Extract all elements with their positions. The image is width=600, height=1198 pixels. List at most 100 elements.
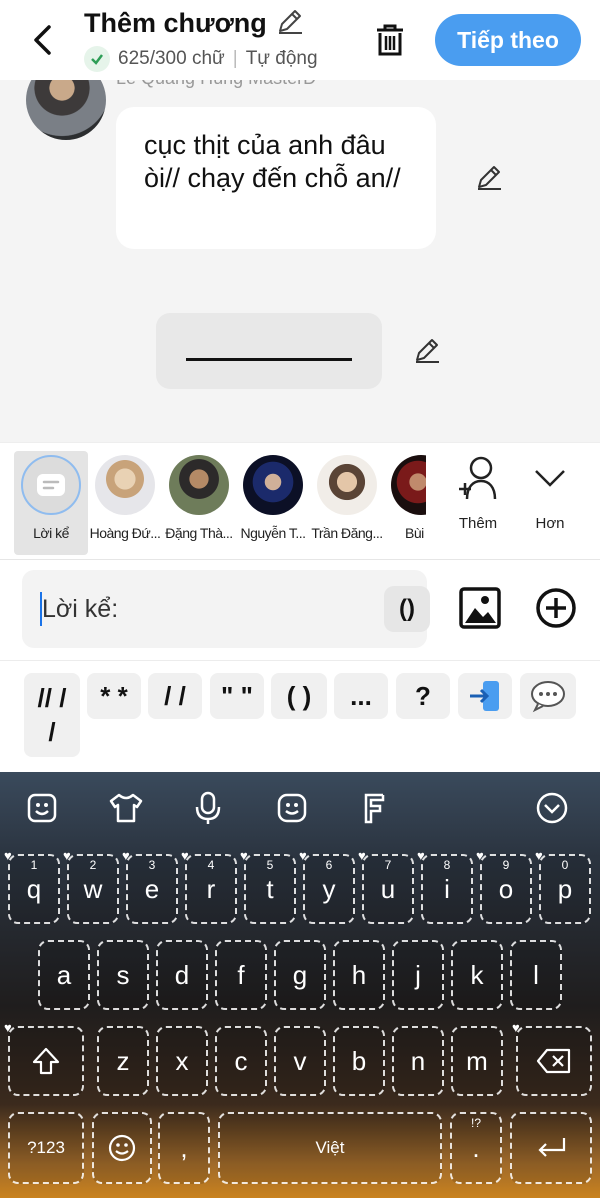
theme-icon[interactable] [106,790,146,826]
enter-key[interactable] [510,1112,592,1184]
character-label: Lời kể [33,525,69,541]
chip-quotes[interactable]: " " [210,673,264,719]
empty-message-bubble[interactable] [156,313,382,389]
emoji-key[interactable] [92,1112,152,1184]
add-character-button[interactable]: Thêm [448,455,508,532]
key-w[interactable]: ♥ 2 w [63,848,119,924]
key-z[interactable]: z [97,1026,149,1096]
more-label: Hơn [535,515,565,532]
character-item[interactable]: Bùi Ti [384,451,426,555]
avatar [95,455,155,515]
key-f[interactable]: f [215,940,267,1010]
message-input[interactable]: Lời kể: () [22,570,430,648]
key-x[interactable]: x [156,1026,208,1096]
add-button[interactable] [534,586,578,630]
input-label: Lời kể: [42,595,119,623]
backspace-key[interactable]: ♥ [512,1020,592,1096]
character-item[interactable]: Trần Đăng... [310,451,384,555]
avatar [391,455,426,515]
add-user-icon [459,456,497,500]
chip-asterisks[interactable]: * * [87,673,141,719]
symbols-key[interactable]: ?123 [8,1112,84,1184]
key-t[interactable]: ♥ 5 t [240,848,296,924]
key-j[interactable]: j [392,940,444,1010]
chip-question[interactable]: ? [396,673,450,719]
key-n[interactable]: n [392,1026,444,1096]
page-title: Thêm chương [84,8,267,38]
avatar [169,455,229,515]
format-chips: // / / * * / / " " ( ) ... ? [0,660,600,772]
avatar[interactable] [26,80,106,140]
comma-key[interactable]: , [158,1112,210,1184]
key-l[interactable]: l [510,940,562,1010]
character-label: Đặng Thà... [165,525,233,541]
chip-parentheses[interactable]: ( ) [271,673,327,719]
chat-bubble-button[interactable] [520,673,576,719]
add-character-label: Thêm [458,515,498,532]
key-y[interactable]: ♥ 6 y [299,848,355,924]
next-button[interactable]: Tiếp theo [435,14,581,66]
edit-title-icon[interactable] [275,6,305,41]
key-p[interactable]: ♥ 0 p [535,848,591,924]
back-button[interactable] [24,20,60,60]
character-item[interactable]: Hoàng Đứ... [88,451,162,555]
character-label: Hoàng Đứ... [89,525,161,541]
chat-bubble-icon [531,681,565,713]
image-button[interactable] [458,586,502,630]
author-name: Lê Quang Hùng MasterD [116,80,316,89]
divider: | [232,48,238,69]
emoji-icon[interactable] [274,790,310,826]
key-c[interactable]: c [215,1026,267,1096]
chip-triple-slash[interactable]: // / / [24,673,80,757]
trash-icon [377,24,403,56]
keyboard: ♥ 1 q ♥ 2 w ♥ 3 e ♥ 4 r ♥ 5 t ♥ 6 y ♥ 7 u ♥ 8 i ♥ 9 o ♥ 0 p … [0,772,600,1198]
chip-ellipsis[interactable]: ... [334,673,388,719]
font-icon[interactable] [356,790,392,826]
key-e[interactable]: ♥ 3 e [122,848,178,924]
space-key[interactable]: Việt [218,1112,442,1184]
chip-slashes[interactable]: / / [148,673,202,719]
key-q[interactable]: ♥ 1 q [4,848,60,924]
key-a[interactable]: a [38,940,90,1010]
message-bubble[interactable]: cục thịt của anh đâu òi// chạy đến chỗ a… [116,107,436,249]
chevron-down-icon [535,470,565,487]
key-b[interactable]: b [333,1026,385,1096]
key-v[interactable]: v [274,1026,326,1096]
edit-empty-icon[interactable] [410,333,444,367]
character-strip: Lời kể Hoàng Đứ... Đặng Thà... Nguyễn T.… [0,442,600,560]
shift-key[interactable]: ♥ [4,1020,84,1096]
chat-area: Lê Quang Hùng MasterD cục thịt của anh đ… [0,80,600,442]
key-d[interactable]: d [156,940,208,1010]
sticker-icon[interactable] [24,790,60,826]
key-s[interactable]: s [97,940,149,1010]
key-g[interactable]: g [274,940,326,1010]
edit-message-icon[interactable] [472,160,506,194]
character-item[interactable]: Đặng Thà... [162,451,236,555]
character-item-narrator[interactable]: Lời kể [14,451,88,555]
key-k[interactable]: k [451,940,503,1010]
check-icon [84,46,110,72]
key-u[interactable]: ♥ 7 u [358,848,414,924]
image-icon [459,587,501,629]
character-item[interactable]: Nguyễn T... [236,451,310,555]
microphone-icon[interactable] [190,790,226,826]
back-arrow-icon [34,25,51,55]
insert-scene-button[interactable] [458,673,512,719]
character-label: Nguyễn T... [240,525,306,541]
chip-label: / [48,717,56,747]
shift-icon [32,1047,60,1075]
character-list: Lời kể Hoàng Đứ... Đặng Thà... Nguyễn T.… [14,451,426,555]
collapse-keyboard-icon[interactable] [534,790,570,826]
key-r[interactable]: ♥ 4 r [181,848,237,924]
key-i[interactable]: ♥ 8 i [417,848,473,924]
period-key[interactable]: !? . [450,1112,502,1184]
header: Thêm chương 625/300 chữ | Tự động Tiếp t… [0,0,600,80]
avatar [243,455,303,515]
key-h[interactable]: h [333,940,385,1010]
key-m[interactable]: m [451,1026,503,1096]
parentheses-button[interactable]: () [384,586,430,632]
more-button[interactable]: Hơn [520,455,580,532]
mode-label[interactable]: Tự động [246,48,318,70]
key-o[interactable]: ♥ 9 o [476,848,532,924]
delete-button[interactable] [370,20,410,60]
